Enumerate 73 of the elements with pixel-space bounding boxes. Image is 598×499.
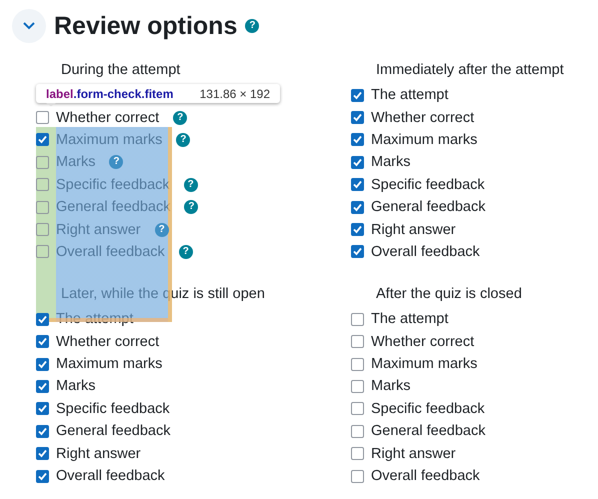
option-label[interactable]: General feedback	[371, 199, 486, 216]
help-icon[interactable]: ?	[176, 132, 190, 147]
option-label[interactable]: Overall feedback	[371, 468, 480, 484]
option-label[interactable]: Right answer	[371, 446, 456, 462]
checkbox[interactable]	[36, 245, 49, 258]
group-heading: Immediately after the attempt	[376, 61, 565, 80]
class-selector: .form-check.fitem	[73, 86, 174, 100]
help-icon[interactable]: ?	[178, 244, 193, 259]
option-label[interactable]: Marks	[371, 378, 410, 394]
checkbox[interactable]	[351, 380, 364, 393]
option-label[interactable]: Maximum marks	[371, 356, 478, 372]
checkbox[interactable]	[351, 402, 364, 416]
option-label[interactable]: General feedback	[56, 423, 170, 440]
checkbox[interactable]	[351, 312, 364, 326]
chevron-icon	[23, 22, 35, 30]
help-icon[interactable]: ?	[245, 19, 260, 33]
tag-name: label	[46, 86, 74, 100]
option-label[interactable]: Maximum marks	[371, 132, 478, 148]
checkbox[interactable]	[36, 223, 49, 236]
option-label[interactable]: The attempt	[371, 311, 448, 328]
option-label[interactable]: Overall feedback	[371, 244, 480, 260]
checkbox[interactable]	[351, 178, 364, 192]
checkbox[interactable]	[36, 402, 49, 416]
element-size: 131.86 × 192	[200, 86, 270, 100]
option-label[interactable]: Right answer	[56, 446, 141, 462]
help-icon[interactable]: ?	[154, 222, 169, 237]
checkbox[interactable]	[351, 335, 364, 348]
option-label[interactable]: Specific feedback	[371, 400, 485, 417]
checkbox[interactable]	[36, 447, 49, 460]
option-label[interactable]: The attempt	[371, 87, 448, 104]
checkbox[interactable]	[351, 447, 364, 460]
checkbox[interactable]	[351, 133, 364, 146]
checkbox[interactable]	[36, 156, 49, 169]
option-label[interactable]: Specific feedback	[371, 176, 485, 193]
checkbox[interactable]	[351, 470, 364, 483]
checkbox[interactable]	[36, 312, 49, 326]
checkbox[interactable]	[36, 178, 49, 192]
group-heading: During the attempt	[61, 61, 182, 80]
option-label[interactable]: Right answer	[371, 222, 456, 238]
checkbox[interactable]	[36, 424, 49, 438]
tooltip-arrow-icon	[46, 103, 56, 106]
option-label[interactable]: Marks	[56, 378, 96, 394]
checkbox[interactable]	[36, 380, 49, 393]
checkbox[interactable]	[351, 358, 364, 371]
option-label[interactable]: Whether correct	[56, 334, 160, 350]
checkbox[interactable]	[351, 245, 364, 258]
help-icon[interactable]: ?	[173, 110, 188, 125]
checkbox[interactable]	[351, 156, 364, 169]
section-title: Review options	[54, 12, 238, 40]
checkbox[interactable]	[36, 470, 49, 483]
option-label[interactable]: Whether correct	[56, 110, 160, 126]
checkbox[interactable]	[36, 358, 49, 371]
help-icon[interactable]: ?	[184, 200, 198, 214]
option-label[interactable]: Whether correct	[371, 334, 474, 350]
group-heading: After the quiz is closed	[376, 285, 523, 304]
help-icon[interactable]: ?	[109, 155, 124, 170]
checkbox[interactable]	[36, 200, 49, 214]
checkbox[interactable]	[36, 111, 49, 124]
checkbox[interactable]	[36, 335, 49, 348]
collapse-button[interactable]	[12, 9, 46, 43]
option-label[interactable]: Maximum marks	[56, 356, 162, 372]
checkbox[interactable]	[351, 111, 364, 124]
option-label[interactable]: Marks	[371, 154, 410, 170]
checkbox[interactable]	[351, 424, 364, 438]
help-icon[interactable]: ?	[184, 178, 198, 192]
option-label[interactable]: Whether correct	[371, 110, 474, 126]
option-label[interactable]: Overall feedback	[56, 468, 165, 484]
checkbox[interactable]	[351, 88, 364, 102]
option-label[interactable]: General feedback	[371, 423, 486, 440]
checkbox[interactable]	[351, 223, 364, 236]
checkbox[interactable]	[351, 200, 364, 214]
option-label[interactable]: Specific feedback	[56, 400, 170, 417]
checkbox[interactable]	[36, 133, 49, 146]
